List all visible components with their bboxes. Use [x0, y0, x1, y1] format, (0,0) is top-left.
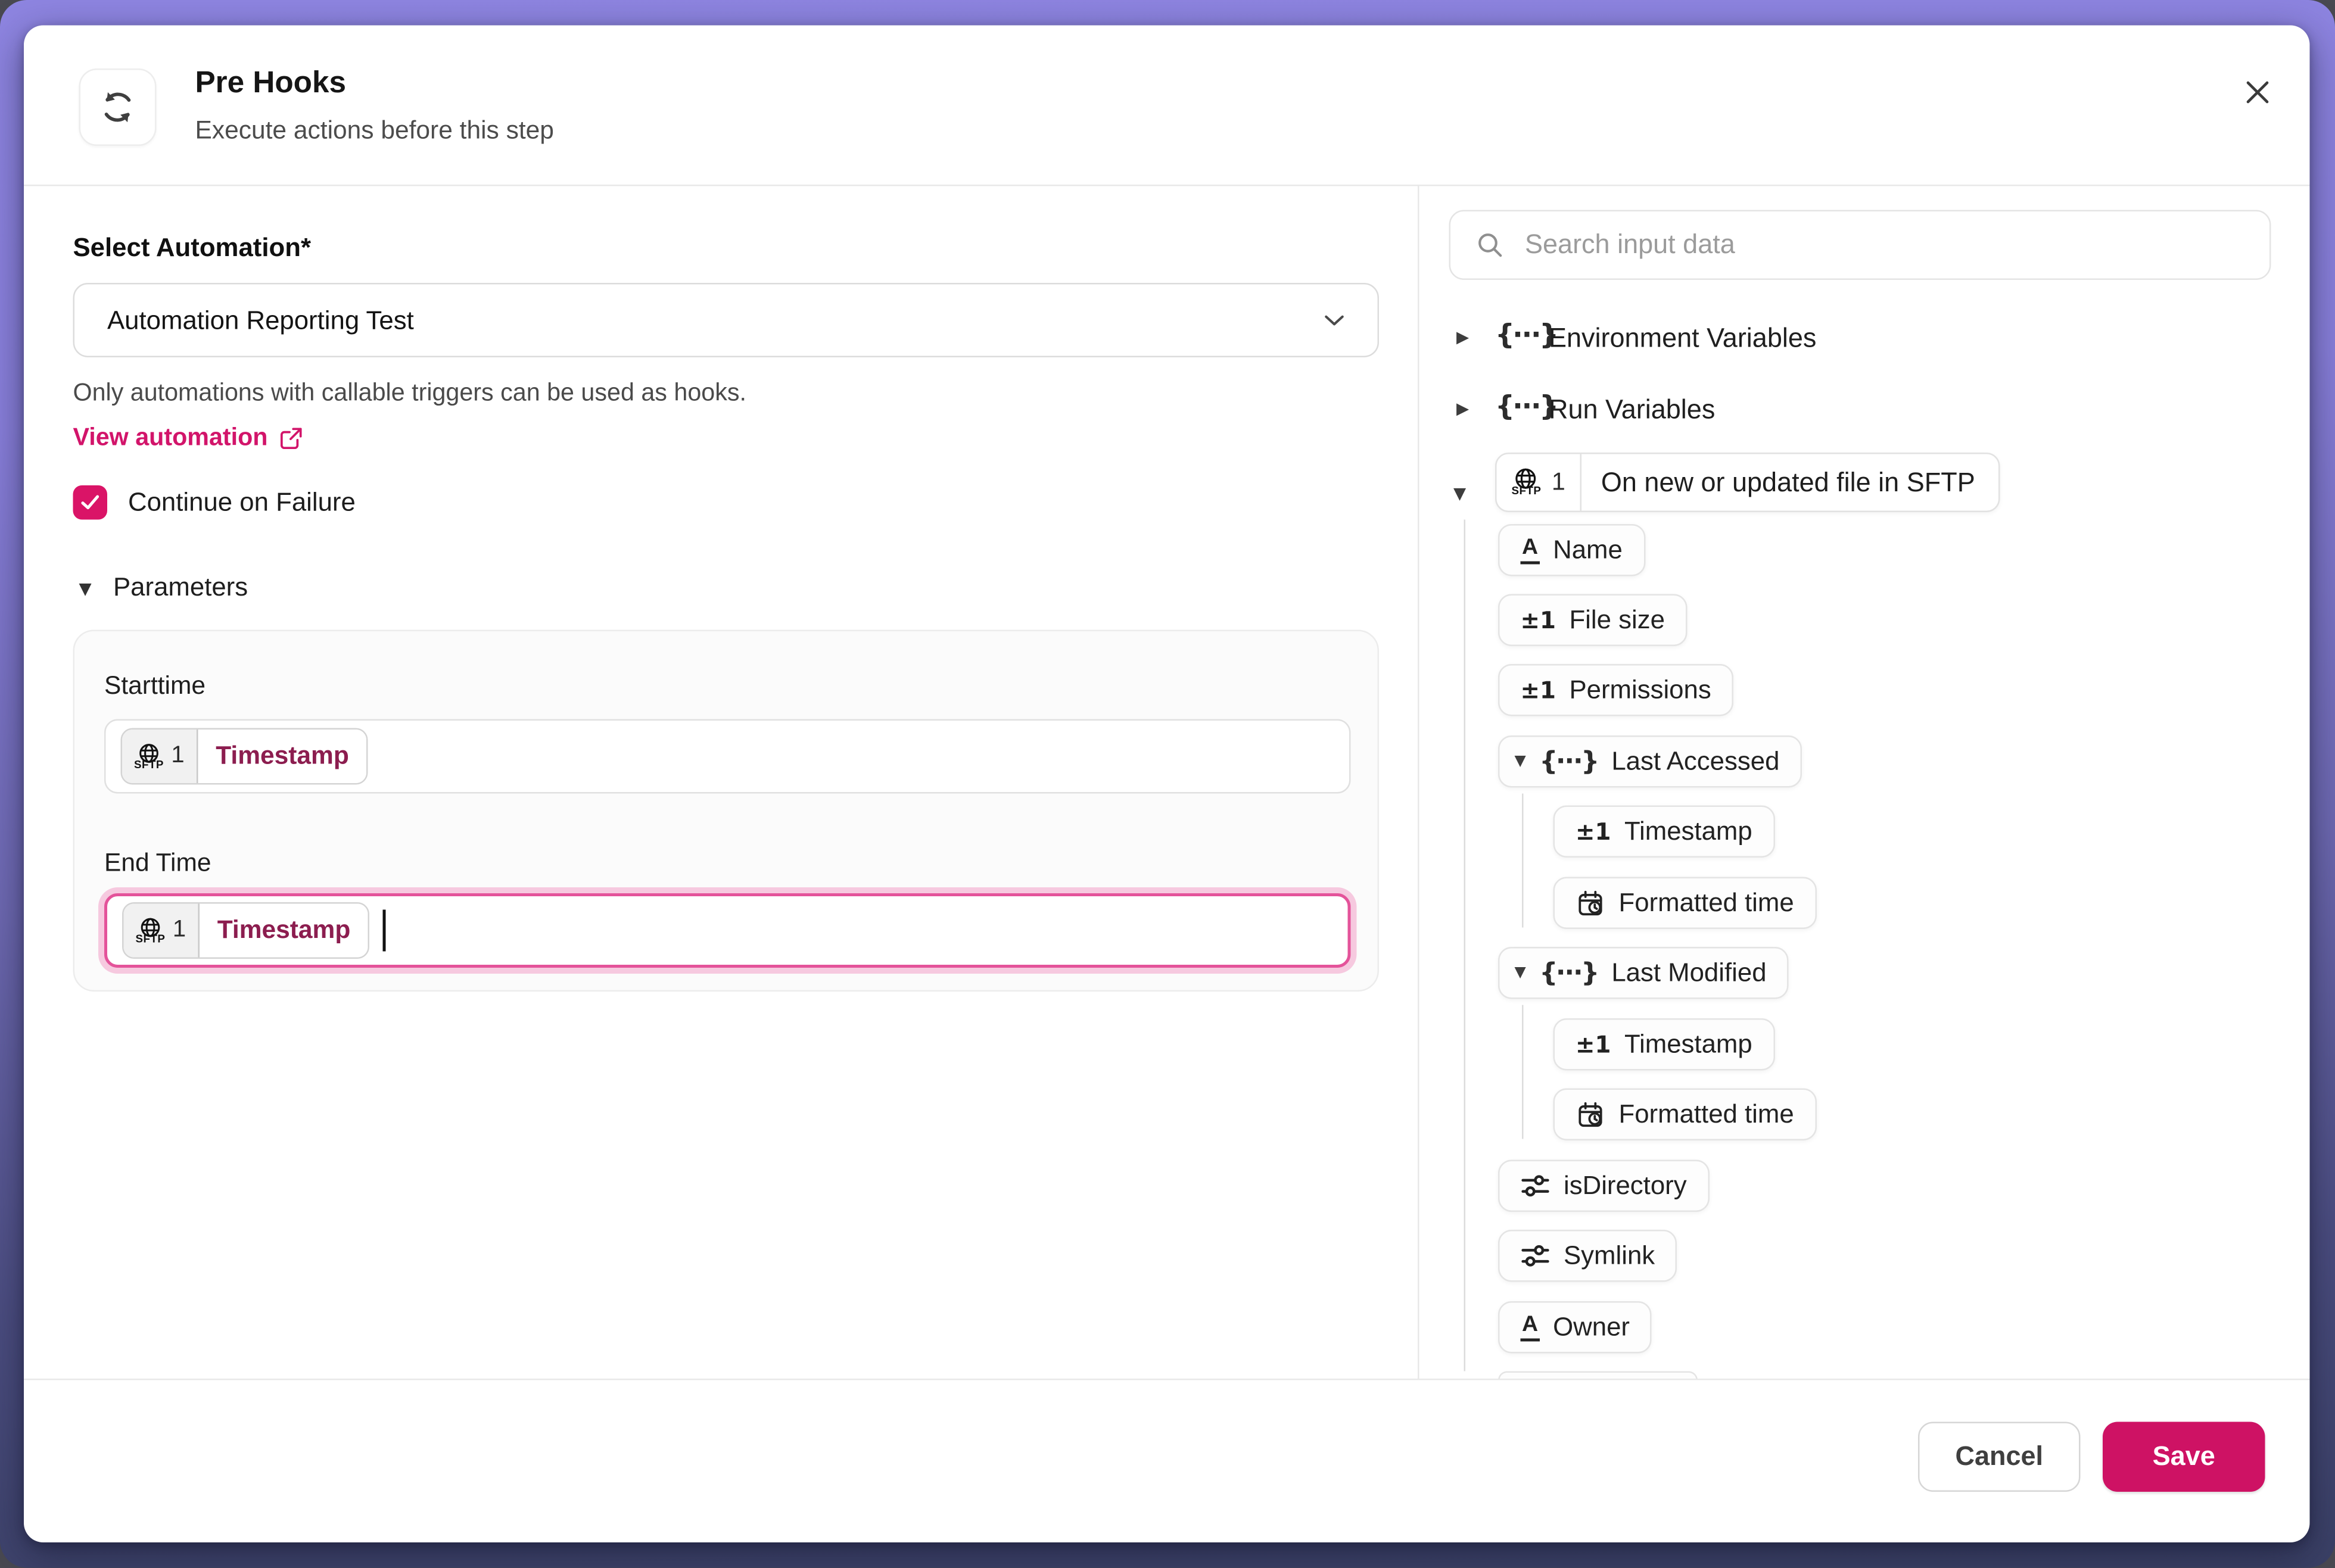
caret-right-icon[interactable]: ▶ — [1456, 399, 1469, 419]
sftp-step-badge: SFTP 1 — [124, 904, 200, 958]
starttime-token-chip[interactable]: SFTP 1 Timestamp — [121, 728, 369, 785]
token-value: Timestamp — [198, 730, 367, 783]
object-braces-icon: {⋯} — [1495, 392, 1558, 423]
parameters-caret-down-icon[interactable]: ▼ — [79, 579, 92, 599]
starttime-label: Starttime — [104, 672, 206, 702]
footer-divider — [24, 1379, 2310, 1380]
step-number: 1 — [173, 917, 186, 944]
header-divider — [24, 185, 2310, 186]
page-title: Pre Hooks — [195, 66, 347, 101]
panel-divider — [1418, 185, 1419, 1379]
sftp-globe-icon: SFTP — [134, 743, 164, 770]
sftp-globe-icon: SFTP — [136, 917, 166, 944]
automation-helper-text: Only automations with callable triggers … — [73, 380, 746, 409]
chevron-down-icon — [1318, 304, 1351, 336]
number-type-icon: ±1 — [1576, 1031, 1611, 1058]
endtime-input[interactable]: SFTP 1 Timestamp — [104, 893, 1351, 968]
tree-node-last-modified[interactable]: ▼ {⋯} Last Modified — [1498, 947, 1789, 999]
number-type-icon: ±1 — [1521, 607, 1556, 634]
check-icon — [77, 490, 103, 516]
view-automation-link[interactable]: View automation — [73, 425, 304, 453]
object-braces-icon: {⋯} — [1539, 958, 1598, 988]
tree-guide-line — [1522, 1005, 1524, 1139]
calendar-clock-icon — [1576, 1099, 1605, 1129]
tree-item-lm-formatted-time[interactable]: Formatted time — [1553, 1089, 1817, 1141]
parameters-section-label: Parameters — [113, 572, 248, 603]
endtime-token-chip[interactable]: SFTP 1 Timestamp — [122, 902, 370, 959]
object-braces-icon: {⋯} — [1495, 320, 1558, 352]
calendar-clock-icon — [1576, 888, 1605, 918]
sync-icon — [79, 68, 157, 146]
caret-down-icon[interactable]: ▼ — [1453, 484, 1466, 504]
tree-guide-line — [1522, 794, 1524, 928]
tree-node-last-accessed[interactable]: ▼ {⋯} Last Accessed — [1498, 735, 1802, 788]
search-input-wrapper — [1449, 210, 2271, 280]
search-input[interactable] — [1522, 228, 2246, 263]
number-type-icon: ±1 — [1576, 818, 1611, 845]
boolean-toggle-icon — [1521, 1173, 1551, 1199]
token-value: Timestamp — [200, 904, 369, 958]
automation-select-value: Automation Reporting Test — [107, 304, 1318, 336]
tree-item-owner[interactable]: A Owner — [1498, 1301, 1652, 1354]
object-braces-icon: {⋯} — [1539, 747, 1598, 777]
step-number: 1 — [171, 743, 184, 770]
starttime-input[interactable]: SFTP 1 Timestamp — [104, 719, 1351, 794]
select-automation-label: Select Automation* — [73, 232, 311, 264]
save-button[interactable]: Save — [2103, 1422, 2265, 1492]
page-subtitle: Execute actions before this step — [195, 116, 554, 146]
tree-item-environment-variables[interactable]: Environment Variables — [1549, 323, 1816, 355]
tree-item-file-size[interactable]: ±1 File size — [1498, 594, 1687, 647]
tree-item-symlink[interactable]: Symlink — [1498, 1230, 1677, 1282]
step-number: 1 — [1552, 468, 1565, 497]
tree-item-lm-timestamp[interactable]: ±1 Timestamp — [1553, 1018, 1775, 1071]
parameters-card: Starttime SFTP 1 Timestamp En — [73, 630, 1380, 992]
endtime-label: End Time — [104, 849, 211, 878]
cancel-button[interactable]: Cancel — [1918, 1422, 2081, 1492]
tree-guide-line — [1464, 520, 1466, 1371]
tree-node-sftp-trigger[interactable]: SFTP 1 On new or updated file in SFTP — [1495, 453, 2000, 512]
view-automation-label: View automation — [73, 425, 268, 453]
sftp-globe-icon: SFTP — [1512, 468, 1542, 497]
external-link-icon — [278, 426, 304, 451]
pre-hooks-modal: Pre Hooks Execute actions before this st… — [24, 26, 2310, 1543]
tree-item-la-timestamp[interactable]: ±1 Timestamp — [1553, 806, 1775, 858]
tree-item-name[interactable]: A Name — [1498, 524, 1645, 576]
continue-on-failure-checkbox[interactable] — [73, 485, 108, 520]
tree-item-is-directory[interactable]: isDirectory — [1498, 1160, 1709, 1212]
tree-item-permissions[interactable]: ±1 Permissions — [1498, 664, 1733, 716]
caret-down-icon: ▼ — [1515, 753, 1526, 770]
boolean-toggle-icon — [1521, 1243, 1551, 1269]
text-cursor — [383, 910, 385, 952]
text-type-icon: A — [1521, 535, 1540, 565]
close-icon[interactable] — [2233, 67, 2283, 118]
tree-item-run-variables[interactable]: Run Variables — [1549, 395, 1715, 426]
caret-right-icon[interactable]: ▶ — [1456, 328, 1469, 347]
sftp-step-badge: SFTP 1 — [122, 730, 198, 783]
text-type-icon: A — [1521, 1313, 1540, 1342]
sftp-node-label: On new or updated file in SFTP — [1581, 454, 1998, 511]
caret-down-icon: ▼ — [1515, 965, 1526, 981]
number-type-icon: ±1 — [1521, 677, 1556, 703]
continue-on-failure-label: Continue on Failure — [128, 487, 356, 519]
tree-item-la-formatted-time[interactable]: Formatted time — [1553, 877, 1817, 930]
automation-select[interactable]: Automation Reporting Test — [73, 283, 1380, 357]
search-icon — [1474, 229, 1506, 261]
